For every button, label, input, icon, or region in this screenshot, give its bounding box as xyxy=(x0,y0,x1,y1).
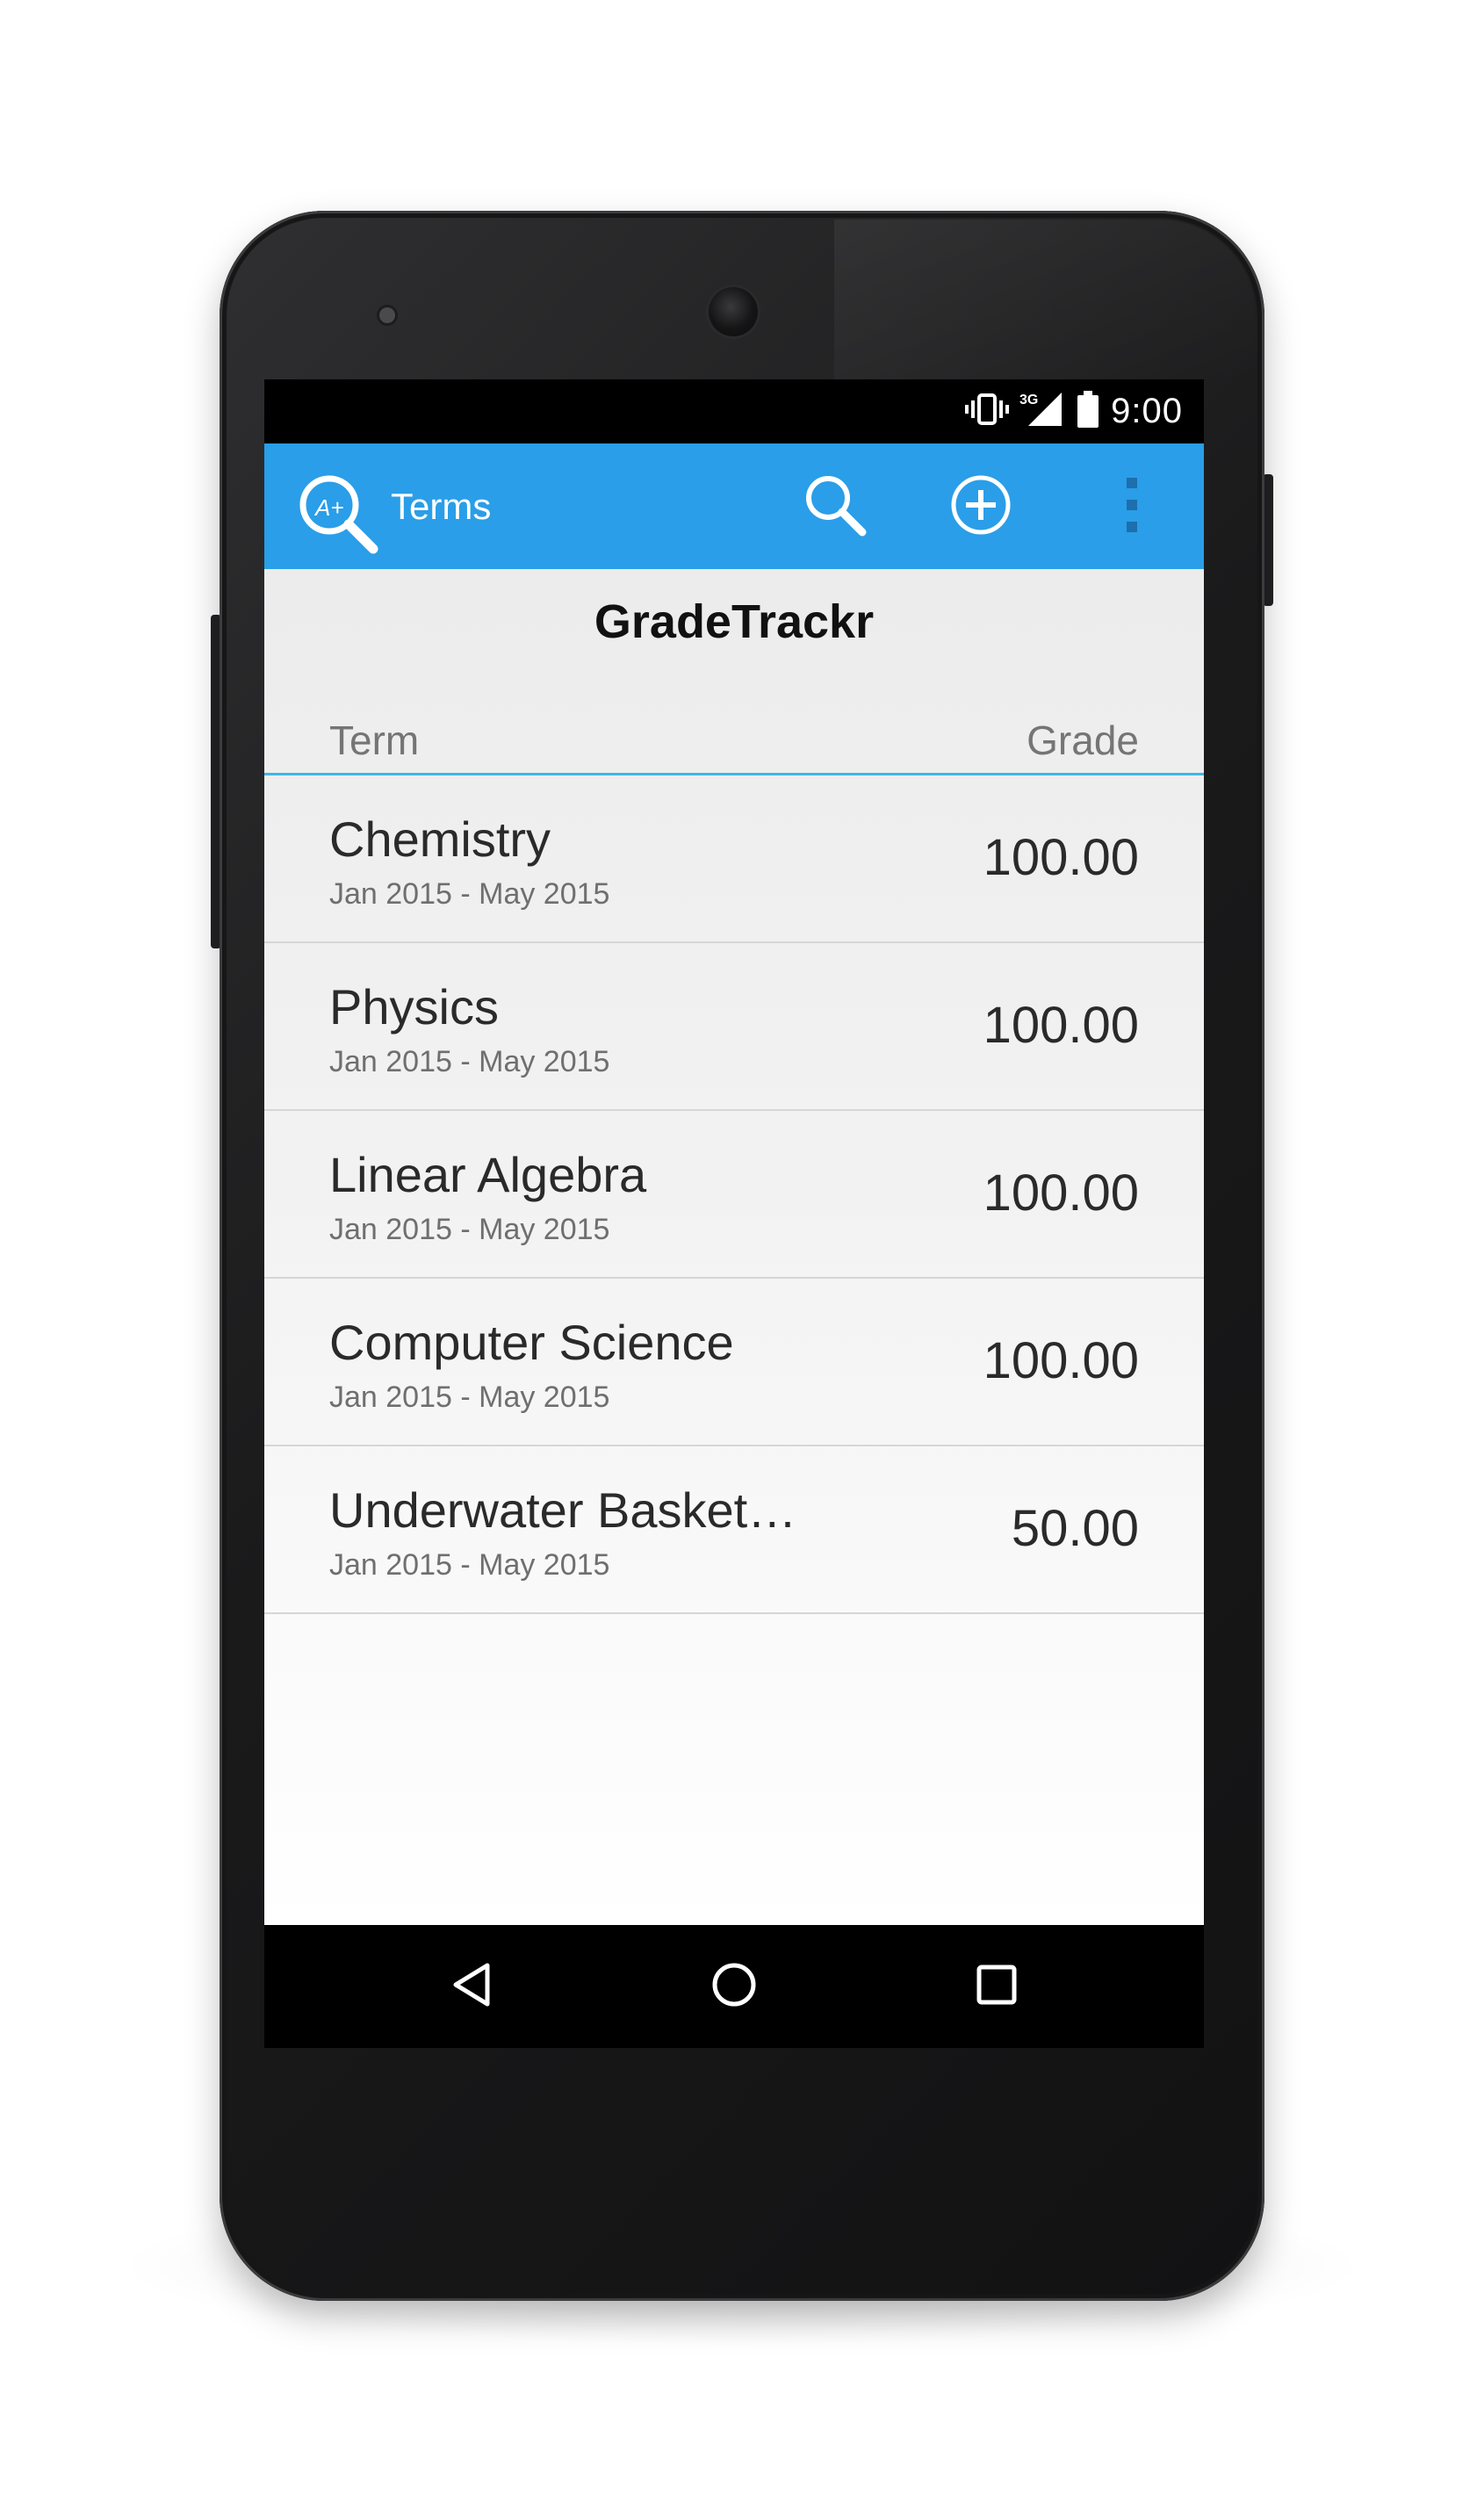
battery-icon xyxy=(1076,389,1100,434)
term-list: Chemistry Jan 2015 - May 2015 100.00 Phy… xyxy=(264,775,1204,1614)
navigation-bar xyxy=(264,1925,1204,2048)
overflow-menu-icon xyxy=(1119,474,1145,540)
app-logo-magnifier-aplus-icon[interactable]: A+ xyxy=(294,470,382,558)
recents-icon xyxy=(970,1958,1023,2015)
add-term-button[interactable] xyxy=(944,470,1018,544)
page-title: GradeTrackr xyxy=(594,595,875,648)
overflow-menu-button[interactable] xyxy=(1095,470,1169,544)
signal-3g-icon: 3G xyxy=(1019,389,1065,434)
term-name: Chemistry xyxy=(329,811,551,867)
term-dates: Jan 2015 - May 2015 xyxy=(329,1381,610,1414)
term-grade: 100.00 xyxy=(983,997,1139,1054)
front-camera xyxy=(709,287,758,336)
term-grade: 100.00 xyxy=(983,829,1139,886)
list-header: Term Grade xyxy=(264,710,1204,775)
vibrate-icon xyxy=(965,390,1010,433)
term-name: Underwater Basket… xyxy=(329,1482,797,1538)
add-circle-icon xyxy=(947,471,1015,544)
term-dates: Jan 2015 - May 2015 xyxy=(329,1045,610,1078)
status-icons: 3G 9:00 xyxy=(965,379,1183,443)
term-row-underwater-basket[interactable]: Underwater Basket… Jan 2015 - May 2015 5… xyxy=(264,1446,1204,1614)
term-row-computer-science[interactable]: Computer Science Jan 2015 - May 2015 100… xyxy=(264,1279,1204,1446)
home-icon xyxy=(708,1958,760,2015)
recents-button[interactable] xyxy=(962,1951,1032,2022)
phone-screen: 3G 9:00 A+ Terms GradeTrackr Term Grade … xyxy=(264,379,1204,2048)
light-sensor xyxy=(1052,307,1089,320)
status-time: 9:00 xyxy=(1111,392,1183,430)
status-bar: 3G 9:00 xyxy=(264,379,1204,443)
term-row-physics[interactable]: Physics Jan 2015 - May 2015 100.00 xyxy=(264,943,1204,1111)
home-button[interactable] xyxy=(699,1951,769,2022)
back-button[interactable] xyxy=(436,1951,507,2022)
action-bar-title: Terms xyxy=(391,486,492,527)
content-area: GradeTrackr Term Grade Chemistry Jan 201… xyxy=(264,569,1204,1925)
search-icon xyxy=(801,471,869,544)
term-name: Computer Science xyxy=(329,1315,734,1370)
search-button[interactable] xyxy=(798,470,872,544)
column-header-grade: Grade xyxy=(1027,717,1139,763)
network-type-label: 3G xyxy=(1019,393,1038,407)
term-row-linear-algebra[interactable]: Linear Algebra Jan 2015 - May 2015 100.0… xyxy=(264,1111,1204,1279)
action-bar: A+ Terms xyxy=(264,443,1204,569)
term-grade: 50.00 xyxy=(1011,1500,1139,1557)
proximity-sensor xyxy=(379,307,395,323)
term-dates: Jan 2015 - May 2015 xyxy=(329,1548,610,1582)
app-logo-text: A+ xyxy=(313,494,344,521)
term-row-chemistry[interactable]: Chemistry Jan 2015 - May 2015 100.00 xyxy=(264,775,1204,943)
term-name: Linear Algebra xyxy=(329,1147,647,1202)
term-name: Physics xyxy=(329,979,499,1035)
term-grade: 100.00 xyxy=(983,1164,1139,1222)
term-dates: Jan 2015 - May 2015 xyxy=(329,877,610,911)
back-icon xyxy=(445,1958,498,2015)
term-dates: Jan 2015 - May 2015 xyxy=(329,1213,610,1246)
column-header-term: Term xyxy=(329,717,420,763)
term-grade: 100.00 xyxy=(983,1332,1139,1389)
product-shot: 3G 9:00 A+ Terms GradeTrackr Term Grade … xyxy=(0,0,1484,2509)
